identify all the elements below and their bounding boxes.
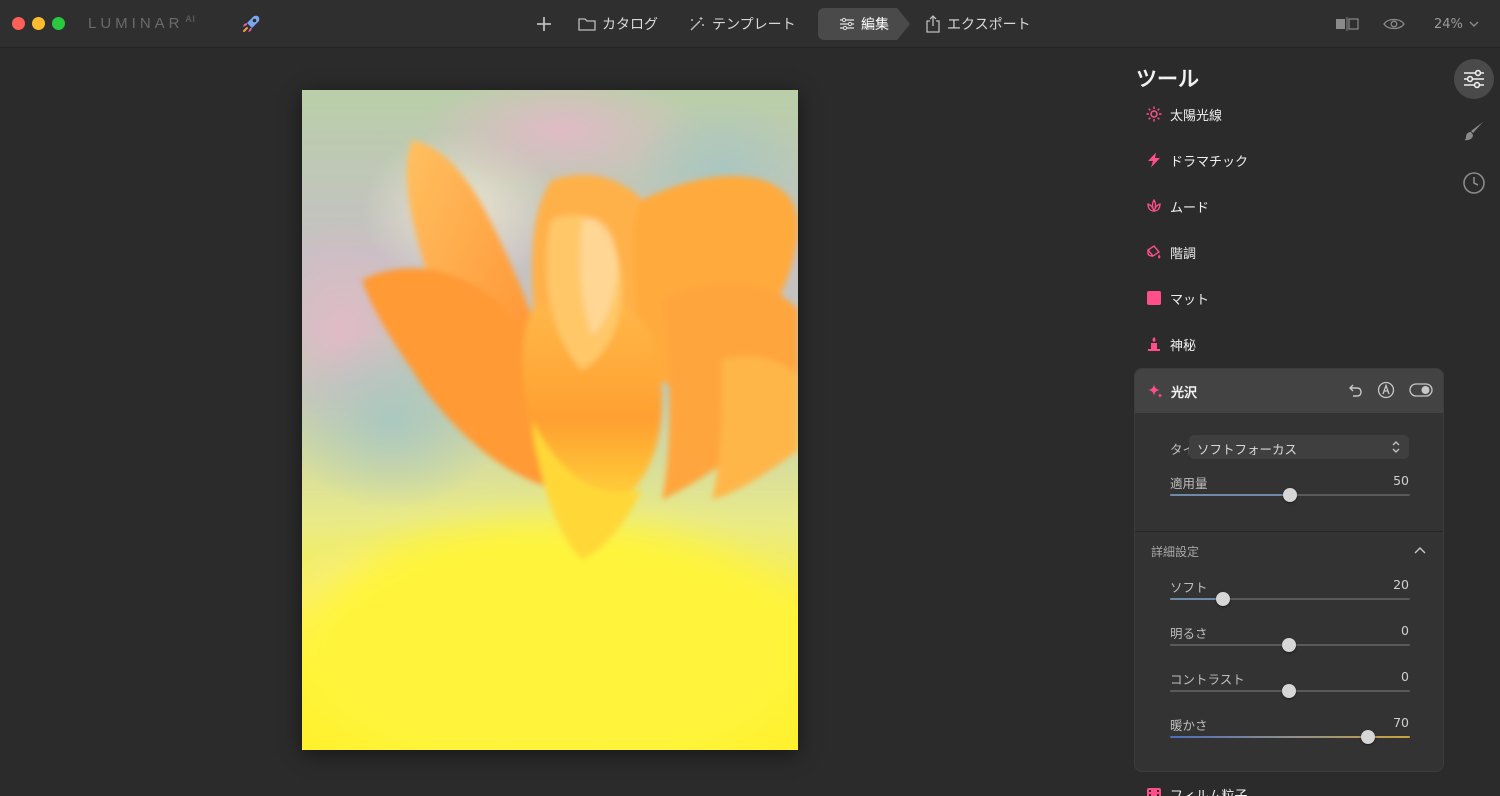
- warmth-slider[interactable]: [1170, 730, 1410, 744]
- soft-slider[interactable]: [1170, 592, 1410, 606]
- tool-tone[interactable]: 階調: [1146, 240, 1196, 264]
- tools-tab-button[interactable]: [1454, 59, 1494, 99]
- eye-icon: [1383, 18, 1405, 30]
- tab-catalog-label: カタログ: [602, 17, 658, 33]
- tool-matte[interactable]: マット: [1146, 286, 1209, 310]
- maximize-window-button[interactable]: [52, 17, 65, 30]
- photo-preview[interactable]: [302, 90, 798, 750]
- type-select-value: ソフトフォーカス: [1197, 442, 1298, 457]
- panel-title: ツール: [1136, 67, 1199, 91]
- tool-label: フィルム粒子: [1170, 785, 1247, 796]
- folder-icon: [578, 18, 596, 31]
- right-icon-rail: [1450, 49, 1500, 796]
- lotus-icon: [1147, 198, 1161, 213]
- tools-panel: ツール 太陽光線 ドラマチック ムード 階調 マット 神秘 光沢 ソフトフォーカ…: [1120, 49, 1450, 796]
- brightness-slider[interactable]: [1170, 638, 1410, 652]
- warmth-value: 70: [1393, 715, 1409, 730]
- chevron-updown-icon: [1392, 441, 1400, 453]
- zoom-value: 24%: [1434, 16, 1463, 32]
- slider-handle[interactable]: [1282, 684, 1296, 698]
- sparkle-icon: [1148, 384, 1163, 398]
- magic-wand-icon: [690, 17, 704, 31]
- slider-handle[interactable]: [1283, 488, 1297, 502]
- share-icon: [926, 15, 940, 33]
- tool-sunrays[interactable]: 太陽光線: [1146, 102, 1222, 126]
- slider-handle[interactable]: [1282, 638, 1296, 652]
- tool-label: 神秘: [1170, 338, 1197, 354]
- brightness-value: 0: [1401, 623, 1409, 638]
- contrast-slider[interactable]: [1170, 684, 1410, 698]
- title-bar: LUMINAR AI カタログ テンプレート 編集 エクスポート 24%: [0, 0, 1500, 48]
- active-tool-header[interactable]: 光沢: [1135, 369, 1443, 413]
- compare-button[interactable]: [1335, 8, 1359, 40]
- chevron-up-icon[interactable]: [1414, 546, 1426, 554]
- add-button[interactable]: [532, 8, 556, 40]
- soft-value: 20: [1393, 577, 1409, 592]
- advanced-settings-label[interactable]: 詳細設定: [1151, 543, 1199, 560]
- tool-dramatic[interactable]: ドラマチック: [1146, 148, 1248, 172]
- tab-export[interactable]: エクスポート: [925, 8, 1031, 40]
- tool-film-grain[interactable]: フィルム粒子: [1146, 785, 1247, 796]
- amount-slider[interactable]: [1170, 488, 1410, 502]
- minimize-window-button[interactable]: [32, 17, 45, 30]
- sliders-icon: [840, 17, 854, 31]
- film-icon: [1147, 787, 1161, 796]
- tab-edit-label: 編集: [861, 17, 889, 33]
- toggle-icon[interactable]: [1409, 383, 1433, 397]
- lightning-icon: [1148, 152, 1160, 168]
- tool-mystical[interactable]: 神秘: [1146, 332, 1196, 356]
- app-logo: LUMINAR AI: [88, 14, 197, 32]
- tool-label: 階調: [1170, 246, 1197, 262]
- tool-label: マット: [1170, 292, 1210, 308]
- plus-icon: [537, 17, 551, 31]
- tool-label: ドラマチック: [1170, 154, 1249, 170]
- ai-mask-icon[interactable]: [1377, 381, 1395, 399]
- tab-catalog[interactable]: カタログ: [578, 8, 658, 40]
- square-icon: [1147, 291, 1161, 305]
- brush-icon: [1464, 122, 1483, 141]
- tool-mood[interactable]: ムード: [1146, 194, 1209, 218]
- brush-tab-button[interactable]: [1454, 111, 1494, 151]
- bucket-icon: [1146, 245, 1161, 259]
- contrast-value: 0: [1401, 669, 1409, 684]
- active-tool-label: 光沢: [1171, 385, 1198, 401]
- chevron-down-icon: [1469, 21, 1479, 27]
- type-select[interactable]: ソフトフォーカス: [1189, 435, 1409, 459]
- clock-icon: [1463, 172, 1485, 194]
- preview-button[interactable]: [1383, 8, 1405, 40]
- tab-export-label: エクスポート: [947, 17, 1031, 33]
- close-window-button[interactable]: [12, 17, 25, 30]
- undo-icon[interactable]: [1347, 382, 1363, 398]
- rocket-icon[interactable]: [240, 13, 262, 35]
- sliders-icon: [1464, 69, 1484, 89]
- active-tool-card: 光沢 タイプ: ソフトフォーカス 適用量 50 詳細設定 ソフト 20: [1134, 368, 1444, 772]
- amount-value: 50: [1393, 473, 1409, 488]
- section-divider: [1135, 531, 1443, 532]
- tab-templates[interactable]: テンプレート: [688, 8, 796, 40]
- tool-label: 太陽光線: [1170, 108, 1223, 124]
- tool-label: ムード: [1170, 200, 1210, 216]
- zoom-dropdown[interactable]: 24%: [1434, 8, 1479, 40]
- slider-handle[interactable]: [1216, 592, 1230, 606]
- slider-handle[interactable]: [1361, 730, 1375, 744]
- candle-icon: [1148, 337, 1160, 351]
- split-view-icon: [1336, 17, 1359, 31]
- sun-icon: [1146, 106, 1162, 122]
- tab-templates-label: テンプレート: [712, 17, 796, 33]
- history-tab-button[interactable]: [1454, 163, 1494, 203]
- slider-fill: [1170, 494, 1290, 496]
- tab-edit[interactable]: 編集: [818, 8, 910, 40]
